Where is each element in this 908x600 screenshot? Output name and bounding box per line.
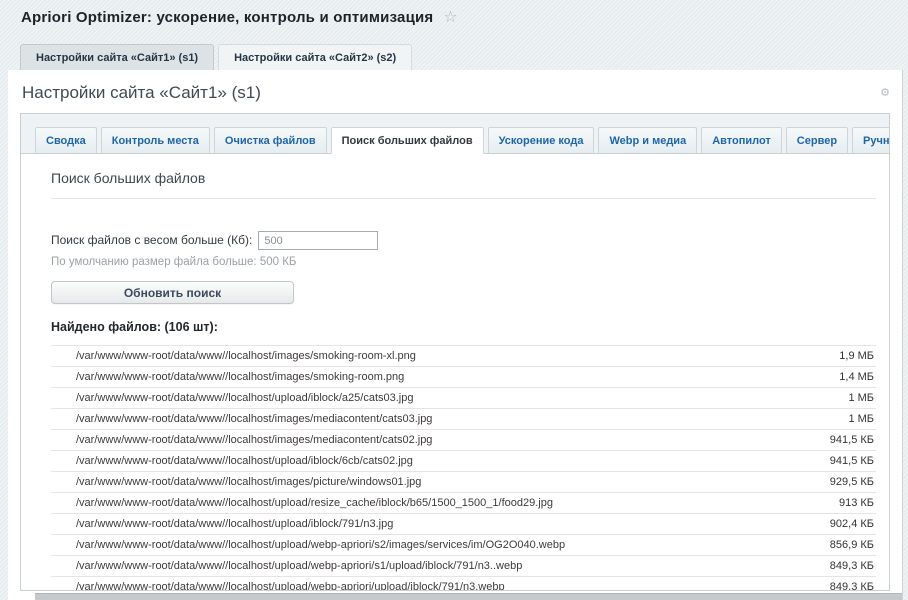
file-row: /var/www/www-root/data/www//localhost/up… (51, 577, 876, 592)
tab-2[interactable]: Контроль места (101, 127, 210, 154)
site-tabs: Настройки сайта «Сайт1» (s1)Настройки са… (20, 44, 416, 70)
file-row: /var/www/www-root/data/www//localhost/up… (51, 514, 876, 535)
file-row: /var/www/www-root/data/www//localhost/up… (51, 451, 876, 472)
nav-tabs: СводкаКонтроль местаОчистка файловПоиск … (21, 114, 889, 154)
file-path: /var/www/www-root/data/www//localhost/up… (51, 535, 808, 556)
results-count-title: Найдено файлов: (106 шт): (51, 320, 876, 334)
tab-8[interactable]: Сервер (786, 127, 848, 154)
file-row: /var/www/www-root/data/www//localhost/up… (51, 388, 876, 409)
search-size-hint: По умолчанию размер файла больше: 500 КБ (51, 256, 876, 268)
file-row: /var/www/www-root/data/www//localhost/im… (51, 367, 876, 388)
file-path: /var/www/www-root/data/www//localhost/im… (51, 430, 808, 451)
file-path: /var/www/www-root/data/www//localhost/up… (51, 451, 808, 472)
site-tab-1[interactable]: Настройки сайта «Сайт1» (s1) (20, 44, 214, 70)
file-size: 1 МБ (808, 388, 876, 409)
file-size: 849,3 КБ (808, 577, 876, 592)
top-bar: Apriori Optimizer: ускорение, контроль и… (0, 0, 908, 70)
file-path: /var/www/www-root/data/www//localhost/up… (51, 514, 808, 535)
file-size: 1 МБ (808, 409, 876, 430)
favorite-star-icon[interactable]: ☆ (443, 10, 457, 26)
file-path: /var/www/www-root/data/www//localhost/im… (51, 472, 808, 493)
file-row: /var/www/www-root/data/www//localhost/up… (51, 493, 876, 514)
title-row: Apriori Optimizer: ускорение, контроль и… (0, 0, 908, 26)
search-size-label: Поиск файлов с весом больше (Кб): (51, 233, 252, 247)
file-size: 941,5 КБ (808, 430, 876, 451)
section-divider (51, 198, 876, 199)
file-row: /var/www/www-root/data/www//localhost/im… (51, 409, 876, 430)
tab-5[interactable]: Ускорение кода (488, 127, 595, 154)
file-row: /var/www/www-root/data/www//localhost/im… (51, 472, 876, 493)
file-path: /var/www/www-root/data/www//localhost/up… (51, 577, 808, 592)
files-table-body: /var/www/www-root/data/www//localhost/im… (51, 346, 876, 592)
file-size: 913 КБ (808, 493, 876, 514)
site-tab-2[interactable]: Настройки сайта «Сайт2» (s2) (218, 44, 412, 70)
file-row: /var/www/www-root/data/www//localhost/im… (51, 346, 876, 367)
file-path: /var/www/www-root/data/www//localhost/im… (51, 367, 808, 388)
file-path: /var/www/www-root/data/www//localhost/up… (51, 388, 808, 409)
refresh-search-button[interactable]: Обновить поиск (51, 281, 294, 304)
file-path: /var/www/www-root/data/www//localhost/up… (51, 556, 808, 577)
file-size: 941,5 КБ (808, 451, 876, 472)
tab-4[interactable]: Поиск больших файлов (331, 127, 484, 154)
file-row: /var/www/www-root/data/www//localhost/im… (51, 430, 876, 451)
file-row: /var/www/www-root/data/www//localhost/up… (51, 556, 876, 577)
tab-9[interactable]: Ручная проверка (852, 127, 890, 154)
tab-3[interactable]: Очистка файлов (214, 127, 327, 154)
file-size: 902,4 КБ (808, 514, 876, 535)
tab-content-large-files: Поиск больших файлов Поиск файлов с весо… (21, 154, 889, 591)
file-size: 849,3 КБ (808, 556, 876, 577)
search-size-input[interactable] (258, 231, 378, 250)
files-table: /var/www/www-root/data/www//localhost/im… (51, 345, 876, 591)
tab-7[interactable]: Автопилот (701, 127, 782, 154)
file-size: 856,9 КБ (808, 535, 876, 556)
app-title: Apriori Optimizer: ускорение, контроль и… (21, 9, 433, 26)
content-area: Настройки сайта «Сайт1» (s1) ⚙ СводкаКон… (8, 70, 903, 600)
file-path: /var/www/www-root/data/www//localhost/im… (51, 409, 808, 430)
tab-1[interactable]: Сводка (35, 127, 97, 154)
search-size-row: Поиск файлов с весом больше (Кб): (51, 231, 876, 250)
gear-icon[interactable]: ⚙ (880, 86, 890, 99)
page-title: Настройки сайта «Сайт1» (s1) (8, 70, 902, 113)
section-title: Поиск больших файлов (51, 168, 876, 186)
file-path: /var/www/www-root/data/www//localhost/im… (51, 346, 808, 367)
horizontal-scrollbar[interactable] (35, 593, 902, 600)
file-size: 929,5 КБ (808, 472, 876, 493)
tab-6[interactable]: Webp и медиа (598, 127, 697, 154)
settings-panel: СводкаКонтроль местаОчистка файловПоиск … (20, 113, 890, 591)
file-size: 1,4 МБ (808, 367, 876, 388)
file-row: /var/www/www-root/data/www//localhost/up… (51, 535, 876, 556)
file-size: 1,9 МБ (808, 346, 876, 367)
file-path: /var/www/www-root/data/www//localhost/up… (51, 493, 808, 514)
